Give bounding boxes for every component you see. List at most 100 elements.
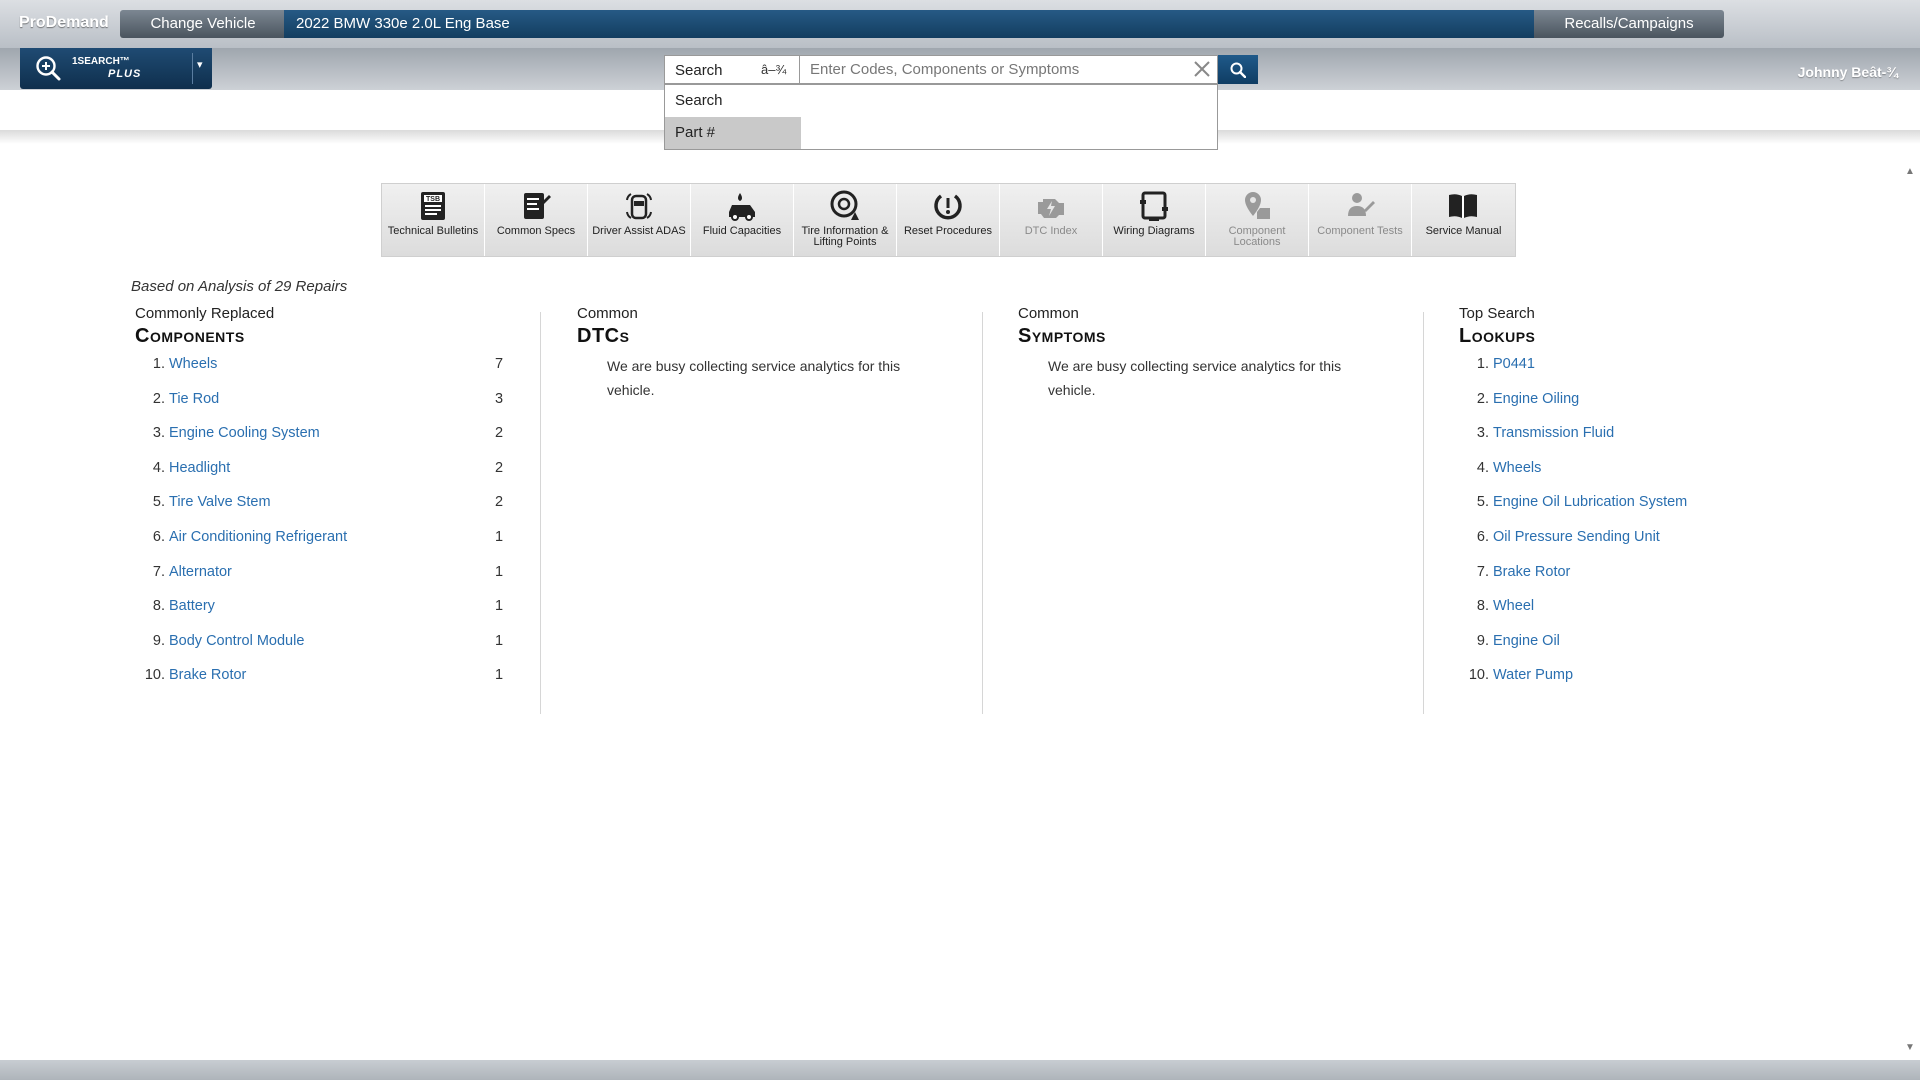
- list-item-link[interactable]: Tire Valve Stem: [169, 494, 271, 510]
- dropdown-option-search[interactable]: Search: [665, 85, 801, 117]
- reset-icon: [934, 194, 962, 220]
- list-item: 3. Transmission Fluid: [1459, 423, 1859, 458]
- search-icon: [1230, 62, 1246, 78]
- list-item-link[interactable]: Brake Rotor: [169, 667, 246, 683]
- component-locations-button[interactable]: Component Locations: [1206, 184, 1309, 256]
- lookups-list: 1. P0441 2. Engine Oiling 3. Transmission Flu…: [1459, 354, 1859, 700]
- list-item: 1. Wheels 7: [135, 354, 535, 389]
- scroll-up-arrow[interactable]: ▲: [1905, 166, 1915, 177]
- list-item-link[interactable]: Wheels: [1493, 460, 1541, 476]
- chevron-down-icon[interactable]: ▾: [197, 58, 203, 71]
- list-item-count: 2: [495, 425, 504, 442]
- service-manual-button[interactable]: Service Manual: [1412, 184, 1515, 256]
- list-item-number: 3.: [152, 425, 165, 442]
- search-mode-dropdown: Search Part #: [664, 84, 1218, 150]
- list-item: 8. Wheel: [1459, 596, 1859, 631]
- list-item-number: 7.: [152, 563, 165, 580]
- list-item-link[interactable]: Tie Rod: [169, 391, 219, 407]
- list-item-link[interactable]: Air Conditioning Refrigerant: [169, 529, 347, 545]
- list-item-count: 2: [495, 459, 504, 476]
- onesearch-label: 1SEARCH™: [72, 56, 130, 67]
- top-bar: ProDemand Change Vehicle 2022 BMW 330e 2…: [0, 0, 1920, 48]
- analysis-note: Based on Analysis of 29 Repairs: [131, 278, 348, 295]
- list-item: 5. Tire Valve Stem 2: [135, 492, 535, 527]
- list-item-link[interactable]: Body Control Module: [169, 633, 304, 649]
- list-item-link[interactable]: Alternator: [169, 564, 232, 580]
- dropdown-option-part-number[interactable]: Part #: [665, 117, 801, 149]
- search-mode-select[interactable]: Search â–¾: [664, 55, 800, 84]
- list-item-link[interactable]: Transmission Fluid: [1493, 425, 1614, 441]
- technical-bulletins-button[interactable]: TSB Technical Bulletins: [382, 184, 485, 256]
- list-item-link[interactable]: Battery: [169, 598, 215, 614]
- tool-label: Wiring Diagrams: [1113, 225, 1195, 237]
- fluid-capacities-button[interactable]: Fluid Capacities: [691, 184, 794, 256]
- components-subtitle: Commonly Replaced: [135, 305, 275, 322]
- list-item-link[interactable]: Engine Oil Lubrication System: [1493, 494, 1687, 510]
- list-item: 10. Water Pump: [1459, 665, 1859, 700]
- list-item: 2. Tie Rod 3: [135, 389, 535, 424]
- list-item: 9. Body Control Module 1: [135, 631, 535, 666]
- list-item-count: 3: [495, 390, 504, 407]
- list-item-link[interactable]: Engine Oiling: [1493, 391, 1579, 407]
- list-item-number: 7.: [1476, 563, 1489, 580]
- list-item: 4. Wheels: [1459, 458, 1859, 493]
- list-item-link[interactable]: Brake Rotor: [1493, 564, 1570, 580]
- dtcs-message: We are busy collecting service analytics…: [607, 358, 901, 398]
- list-item: 3. Engine Cooling System 2: [135, 423, 535, 458]
- list-item-number: 3.: [1476, 425, 1489, 442]
- vehicle-title: 2022 BMW 330e 2.0L Eng Base: [296, 15, 510, 32]
- list-item-link[interactable]: Wheels: [169, 356, 217, 372]
- onesearch-plus-button[interactable]: 1SEARCH™ PLUS ▾: [20, 48, 212, 89]
- list-item-link[interactable]: Wheel: [1493, 598, 1534, 614]
- components-title: Components: [135, 325, 245, 347]
- change-vehicle-button[interactable]: Change Vehicle: [120, 10, 286, 38]
- zoom-in-icon: [36, 56, 61, 81]
- list-item-number: 9.: [152, 632, 165, 649]
- dtc-index-button[interactable]: DTC Index: [1000, 184, 1103, 256]
- search-input[interactable]: [800, 55, 1218, 84]
- specs-icon: [524, 193, 551, 219]
- list-item-number: 10.: [144, 667, 165, 684]
- list-item-number: 2.: [152, 390, 165, 407]
- list-item-count: 1: [495, 528, 504, 545]
- list-item-link[interactable]: Oil Pressure Sending Unit: [1493, 529, 1660, 545]
- fluid-car-icon: [729, 193, 755, 221]
- list-item: 5. Engine Oil Lubrication System: [1459, 492, 1859, 527]
- component-tests-button[interactable]: Component Tests: [1309, 184, 1412, 256]
- adas-car-icon: [626, 193, 652, 220]
- dtcs-title: DTCs: [577, 325, 630, 347]
- tool-label: Driver Assist ADAS: [592, 225, 686, 237]
- list-item: 1. P0441: [1459, 354, 1859, 389]
- components-column: Commonly Replaced Components 1. Wheels 7 2.…: [135, 305, 535, 700]
- list-item: 8. Battery 1: [135, 596, 535, 631]
- list-item-link[interactable]: Engine Cooling System: [169, 425, 320, 441]
- tire-information-button[interactable]: Tire Information & Lifting Points: [794, 184, 897, 256]
- list-item-number: 9.: [1476, 632, 1489, 649]
- list-item-count: 7: [495, 356, 504, 372]
- tool-label: Component Locations: [1228, 225, 1286, 248]
- list-item-link[interactable]: Water Pump: [1493, 667, 1573, 683]
- close-icon[interactable]: [1190, 57, 1214, 81]
- column-divider: [540, 312, 541, 714]
- symptoms-subtitle: Common: [1018, 305, 1079, 322]
- tool-label: DTC Index: [1024, 225, 1078, 237]
- list-item-link[interactable]: Engine Oil: [1493, 633, 1560, 649]
- onesearch-separator: [192, 53, 193, 84]
- user-name[interactable]: Johnny Beât-¾: [1798, 64, 1898, 80]
- common-specs-button[interactable]: Common Specs: [485, 184, 588, 256]
- reset-procedures-button[interactable]: Reset Procedures: [897, 184, 1000, 256]
- tool-label: Fluid Capacities: [702, 225, 782, 237]
- list-item-link[interactable]: P0441: [1493, 356, 1535, 372]
- list-item-number: 2.: [1476, 390, 1489, 407]
- driver-assist-adas-button[interactable]: Driver Assist ADAS: [588, 184, 691, 256]
- tool-label: Tire Information & Lifting Points: [801, 225, 889, 248]
- list-item-link[interactable]: Headlight: [169, 460, 230, 476]
- components-list: 1. Wheels 7 2. Tie Rod 3 3. Engine Cooling Syst…: [135, 354, 535, 700]
- search-button[interactable]: [1218, 55, 1258, 84]
- list-item-number: 5.: [152, 494, 165, 511]
- scroll-down-arrow[interactable]: ▼: [1905, 1042, 1915, 1053]
- list-item-number: 1.: [152, 356, 165, 372]
- tool-label: Component Tests: [1317, 225, 1403, 237]
- wiring-diagrams-button[interactable]: Wiring Diagrams: [1103, 184, 1206, 256]
- recalls-campaigns-button[interactable]: Recalls/Campaigns: [1534, 10, 1724, 38]
